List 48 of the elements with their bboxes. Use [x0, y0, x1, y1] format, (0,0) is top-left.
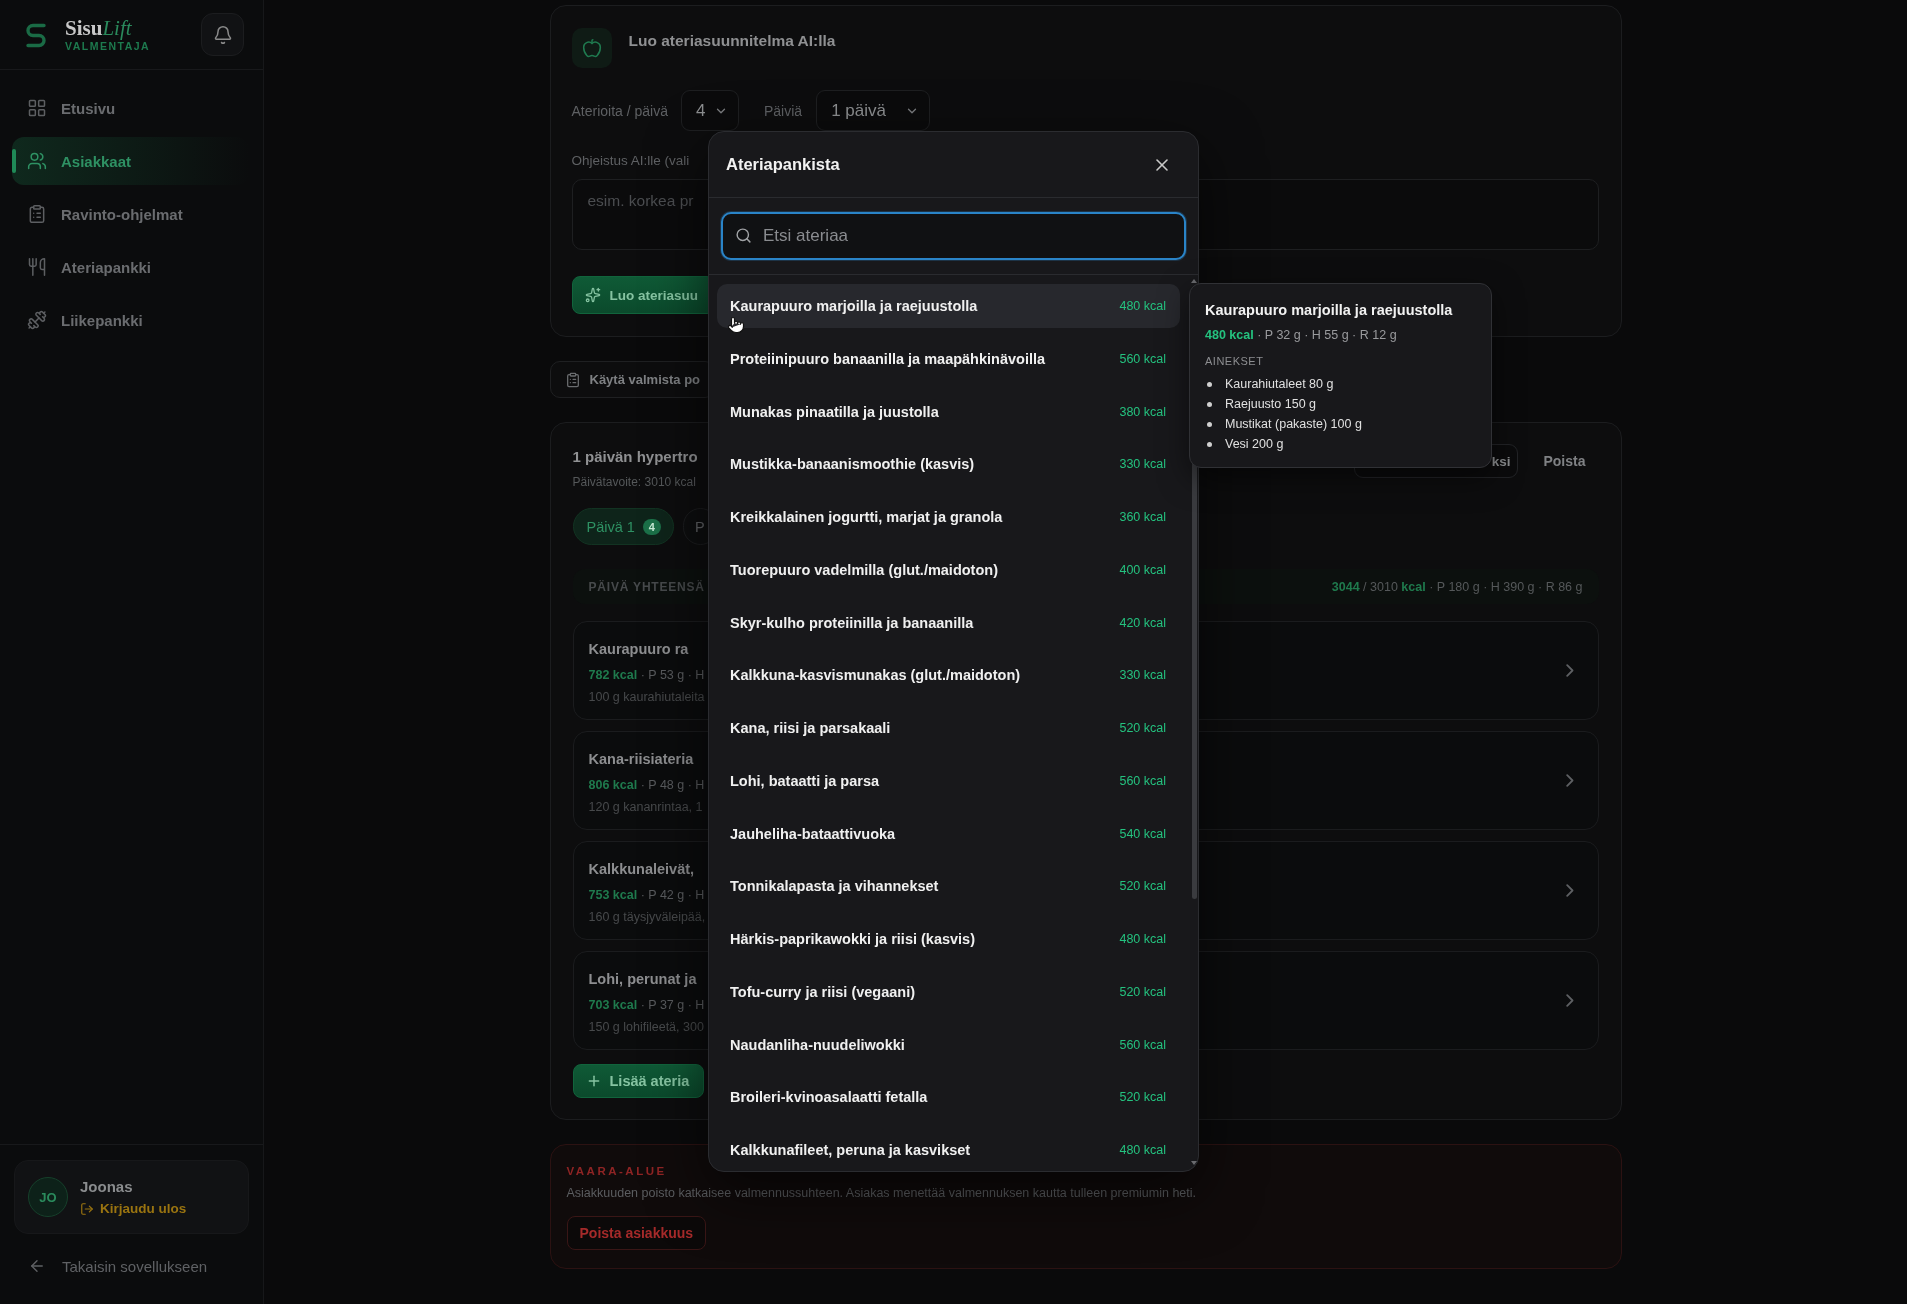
user-avatar: JO	[28, 1177, 68, 1217]
meal-title: Kana-riisiateria	[588, 750, 694, 769]
plan-title: 1 päivän hypertro	[572, 447, 698, 467]
meal-macros: 753 kcal · P 42 g · H	[588, 887, 705, 904]
tooltip-title: Kaurapuuro marjoilla ja raejuustolla	[1205, 301, 1453, 320]
section-label: AINEKSET	[1205, 354, 1264, 369]
totals-label: PÄIVÄ YHTEENSÄ	[588, 579, 705, 594]
kcal-value: 480 kcal	[1119, 932, 1166, 946]
field-label: Päiviä	[764, 102, 803, 119]
kcal-value: 520 kcal	[1119, 984, 1166, 999]
brand-subtitle: VALMENTAJA	[65, 39, 151, 53]
kcal-value: 480 kcal	[1119, 1143, 1166, 1157]
card-title: Luo ateriasuunnitelma AI:lla	[628, 31, 836, 51]
brand-name: SisuLift	[65, 16, 133, 39]
kcal-value: 360 kcal	[1119, 510, 1166, 524]
danger-zone-text: Asiakkuuden poisto katkaisee valmennussuhteen. Asiakas menettää valmennuksen kautta tulleen premiumin heti.	[566, 1185, 1197, 1201]
plan-target: Päivätavoite: 3010 kcal	[572, 474, 696, 490]
kcal-value: 560 kcal	[1119, 773, 1166, 788]
count-badge: 4	[642, 518, 661, 535]
meal-macros: 782 kcal · P 53 g · H	[588, 667, 705, 684]
tooltip-macros: 480 kcal · P 32 g · H 55 g · R 12 g	[1205, 327, 1397, 344]
meal-macros: 703 kcal · P 37 g · H	[588, 997, 705, 1014]
kcal-value: 520 kcal	[1119, 1090, 1166, 1105]
kcal-value: 520 kcal	[1119, 879, 1166, 894]
field-label: Ohjeistus AI:lle (vali	[571, 152, 690, 170]
ingredient-text: Vesi 200 g	[1225, 437, 1284, 451]
ingredient-text: Kaurahiutaleet 80 g	[1225, 377, 1334, 391]
totals-text: 3044 / 3010 kcal · P 180 g · H 390 g · R 86 g	[1331, 579, 1583, 594]
kcal-value: 380 kcal	[1119, 404, 1166, 419]
kcal-value: 560 kcal	[1119, 1037, 1166, 1052]
kcal-value: 330 kcal	[1119, 668, 1166, 683]
meal-title: Kalkkunaleivät,	[588, 860, 695, 879]
field-label: Aterioita / päivä	[571, 102, 668, 119]
kcal-value: 520 kcal	[1119, 721, 1166, 735]
meal-title: Lohi, perunat ja	[588, 970, 697, 989]
kcal-value: 420 kcal	[1119, 615, 1166, 630]
kcal-value: 560 kcal	[1119, 351, 1166, 366]
kcal-value: 480 kcal	[1119, 299, 1166, 313]
ingredient-text: Mustikat (pakaste) 100 g	[1225, 417, 1362, 431]
modal-title: Ateriapankista	[726, 155, 840, 174]
danger-zone-title: VAARA-ALUE	[566, 1164, 667, 1179]
meal-macros: 806 kcal · P 48 g · H	[588, 777, 705, 794]
kcal-value: 330 kcal	[1119, 457, 1166, 472]
ingredient-text: Raejuusto 150 g	[1225, 397, 1317, 411]
kcal-value: 400 kcal	[1119, 562, 1166, 577]
meal-title: Kaurapuuro ra	[588, 640, 689, 659]
kcal-value: 540 kcal	[1119, 826, 1166, 841]
user-name: Joonas	[80, 1177, 134, 1196]
